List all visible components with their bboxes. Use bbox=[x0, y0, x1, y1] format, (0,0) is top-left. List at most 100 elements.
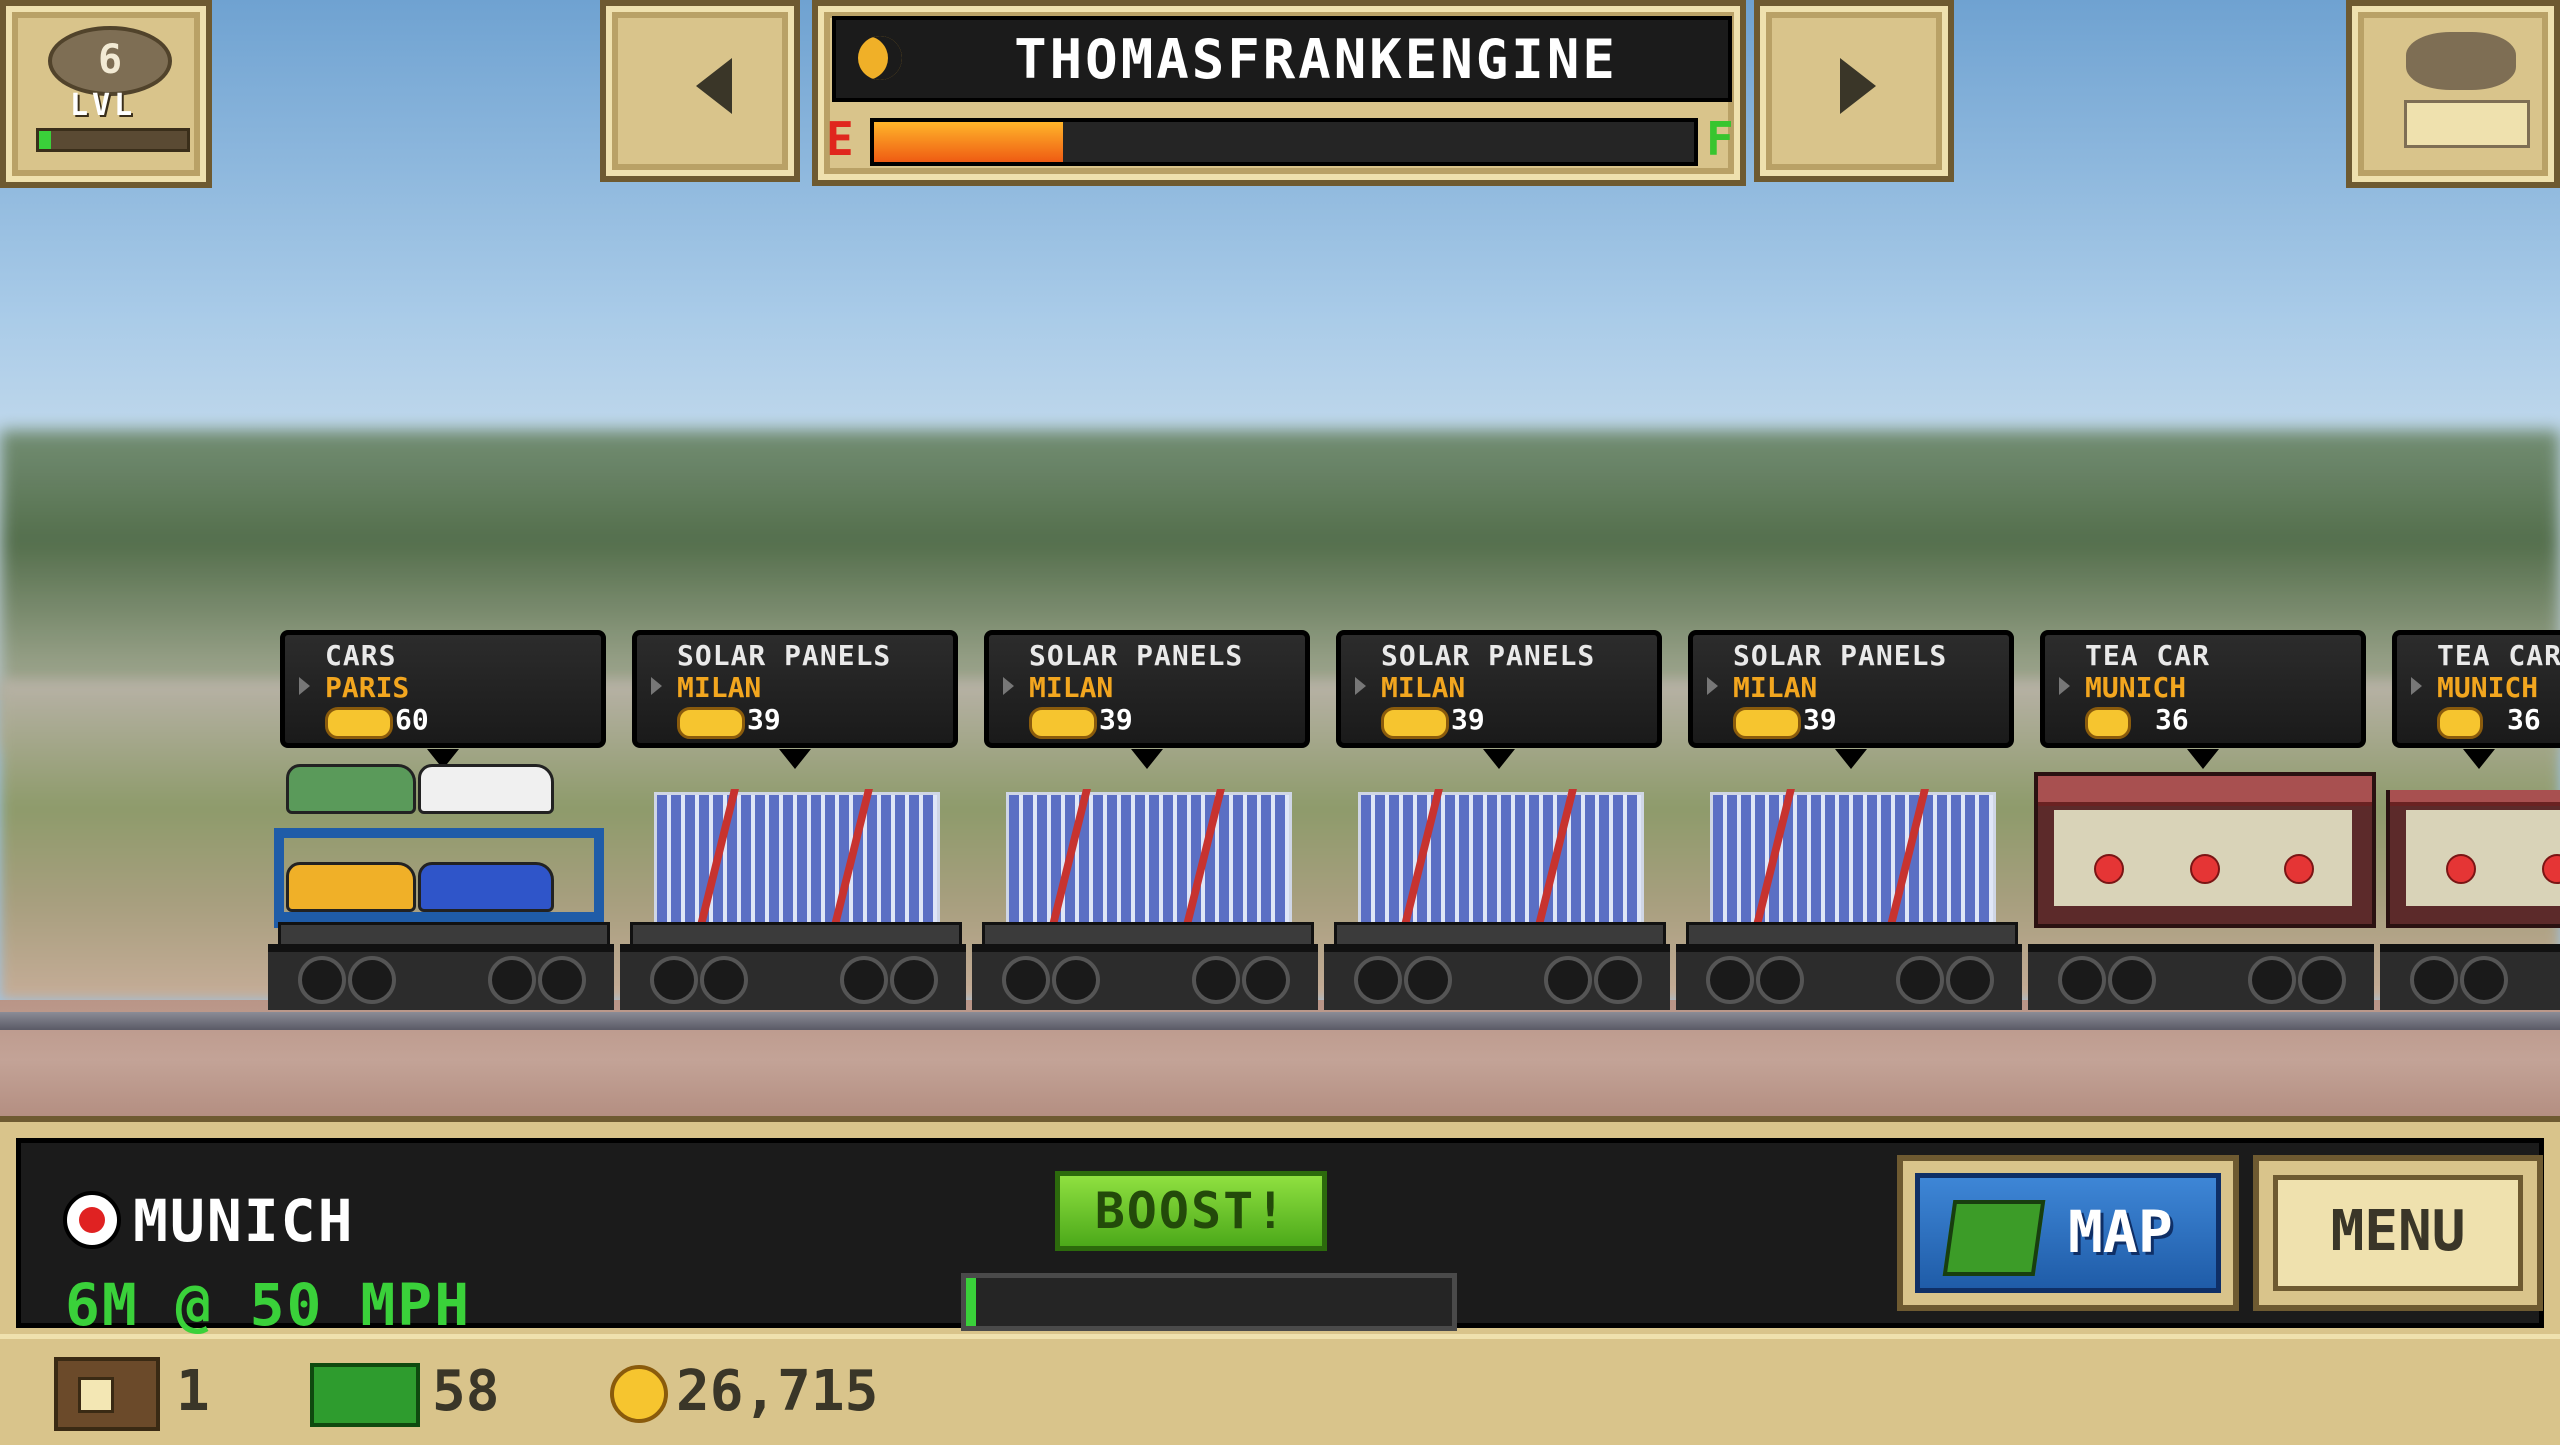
tea-car-roof bbox=[2038, 776, 2372, 806]
wheel bbox=[1002, 956, 1050, 1004]
wagon-wheels bbox=[620, 944, 966, 1010]
tea-car-window bbox=[2054, 810, 2352, 906]
tickets-count: 1 bbox=[176, 1359, 210, 1424]
next-engine-button[interactable] bbox=[1754, 0, 1954, 182]
wheel bbox=[1544, 956, 1592, 1004]
solar-panels-cargo bbox=[654, 792, 940, 928]
wheel bbox=[1896, 956, 1944, 1004]
wheel bbox=[2058, 956, 2106, 1004]
game-scene: 6 LVL THOMASFRANKENGINE E F CARS PARIS 6… bbox=[0, 0, 2560, 1445]
cargo-label[interactable]: SOLAR PANELS MILAN 39 bbox=[1688, 630, 2014, 769]
tea-car-body bbox=[2034, 772, 2376, 928]
cargo-payout: 36 bbox=[2507, 703, 2541, 736]
distance-speed-readout: 6M @ 50 MPH bbox=[65, 1271, 472, 1339]
coin-icon bbox=[1381, 707, 1449, 739]
map-button-label: MAP bbox=[2068, 1198, 2173, 1266]
cargo-name: SOLAR PANELS bbox=[1029, 639, 1244, 672]
wheel bbox=[1594, 956, 1642, 1004]
tea-car-body bbox=[2386, 790, 2560, 928]
map-icon bbox=[1942, 1200, 2046, 1276]
destination-arrow-icon bbox=[1707, 677, 1718, 695]
solar-panels-cargo bbox=[1006, 792, 1292, 928]
cargo-name: CARS bbox=[325, 639, 397, 672]
destination-arrow-icon bbox=[299, 677, 310, 695]
tea-car-wagon[interactable] bbox=[2380, 790, 2560, 1010]
wagon-wheels bbox=[2028, 944, 2374, 1010]
level-progress-fill bbox=[39, 131, 51, 149]
coin-icon bbox=[1733, 707, 1801, 739]
boost-button[interactable]: BOOST! bbox=[1055, 1171, 1327, 1251]
car-carrier-wagon[interactable] bbox=[268, 764, 614, 1010]
engine-title-bar: THOMASFRANKENGINE bbox=[832, 16, 1732, 102]
cargo-destination: MILAN bbox=[1381, 671, 1466, 704]
level-label: LVL bbox=[70, 88, 137, 123]
steam-cloud-icon bbox=[2406, 32, 2516, 90]
wheel bbox=[488, 956, 536, 1004]
bottom-hud: MUNICH 6M @ 50 MPH BOOST! MAP MENU bbox=[0, 1116, 2560, 1340]
coin-icon bbox=[2437, 707, 2483, 739]
menu-button[interactable]: MENU bbox=[2253, 1155, 2543, 1311]
wheel bbox=[538, 956, 586, 1004]
destination-arrow-icon bbox=[2411, 677, 2422, 695]
destination-arrow-icon bbox=[651, 677, 662, 695]
coin-icon bbox=[1029, 707, 1097, 739]
station-stop-icon bbox=[63, 1191, 121, 1249]
cargo-destination: MUNICH bbox=[2085, 671, 2187, 704]
lantern-icon bbox=[2542, 854, 2560, 884]
wheel bbox=[298, 956, 346, 1004]
wheel bbox=[1242, 956, 1290, 1004]
cargo-label[interactable]: TEA CAR MUNICH 36 bbox=[2040, 630, 2366, 769]
destination-arrow-icon bbox=[1355, 677, 1366, 695]
cargo-label[interactable]: SOLAR PANELS MILAN 39 bbox=[1336, 630, 1662, 769]
level-panel[interactable]: 6 LVL bbox=[0, 0, 212, 188]
cargo-destination: MILAN bbox=[1029, 671, 1114, 704]
right-arrow-icon bbox=[1840, 58, 1876, 114]
wheel bbox=[2108, 956, 2156, 1004]
solar-panel-wagon[interactable] bbox=[972, 790, 1318, 1010]
solar-panel-wagon[interactable] bbox=[620, 790, 966, 1010]
coin-icon bbox=[325, 707, 393, 739]
map-button-face: MAP bbox=[1915, 1173, 2221, 1293]
wheel bbox=[1756, 956, 1804, 1004]
wagon-wheels bbox=[1324, 944, 1670, 1010]
cargo-destination: MUNICH bbox=[2437, 671, 2539, 704]
tea-car-roof bbox=[2390, 790, 2560, 806]
ticket-icon bbox=[54, 1357, 160, 1431]
cargo-destination: MILAN bbox=[677, 671, 762, 704]
cargo-name: SOLAR PANELS bbox=[677, 639, 892, 672]
cargo-payout: 39 bbox=[747, 703, 781, 736]
lantern-icon bbox=[2094, 854, 2124, 884]
map-button[interactable]: MAP bbox=[1897, 1155, 2239, 1311]
level-number: 6 bbox=[97, 37, 123, 83]
wheel bbox=[1192, 956, 1240, 1004]
wheel bbox=[650, 956, 698, 1004]
solar-panel-wagon[interactable] bbox=[1324, 790, 1670, 1010]
train-button[interactable] bbox=[2346, 0, 2560, 188]
yellow-car bbox=[286, 862, 416, 912]
lantern-icon bbox=[2190, 854, 2220, 884]
cargo-label[interactable]: TEA CAR MUNICH 36 bbox=[2392, 630, 2560, 769]
cargo-name: TEA CAR bbox=[2085, 639, 2211, 672]
cargo-label[interactable]: SOLAR PANELS MILAN 39 bbox=[984, 630, 1310, 769]
lantern-icon bbox=[2446, 854, 2476, 884]
cargo-payout: 39 bbox=[1803, 703, 1837, 736]
solar-panels-cargo bbox=[1710, 792, 1996, 928]
solar-panel-wagon[interactable] bbox=[1676, 790, 2022, 1010]
wheel bbox=[2248, 956, 2296, 1004]
engine-name: THOMASFRANKENGINE bbox=[1014, 28, 1618, 91]
wheel bbox=[1946, 956, 1994, 1004]
solar-panels-cargo bbox=[1358, 792, 1644, 928]
wheel bbox=[700, 956, 748, 1004]
train-icon bbox=[2404, 100, 2530, 148]
tea-car-wagon[interactable] bbox=[2028, 772, 2376, 1010]
cargo-label[interactable]: CARS PARIS 60 bbox=[280, 630, 606, 769]
cargo-payout: 36 bbox=[2155, 703, 2189, 736]
cargo-name: TEA CAR bbox=[2437, 639, 2560, 672]
white-car bbox=[418, 764, 554, 814]
previous-engine-button[interactable] bbox=[600, 0, 800, 182]
cargo-label[interactable]: SOLAR PANELS MILAN 39 bbox=[632, 630, 958, 769]
wheel bbox=[1052, 956, 1100, 1004]
wagon-wheels bbox=[972, 944, 1318, 1010]
level-icon: 6 bbox=[48, 26, 172, 96]
wheel bbox=[1404, 956, 1452, 1004]
